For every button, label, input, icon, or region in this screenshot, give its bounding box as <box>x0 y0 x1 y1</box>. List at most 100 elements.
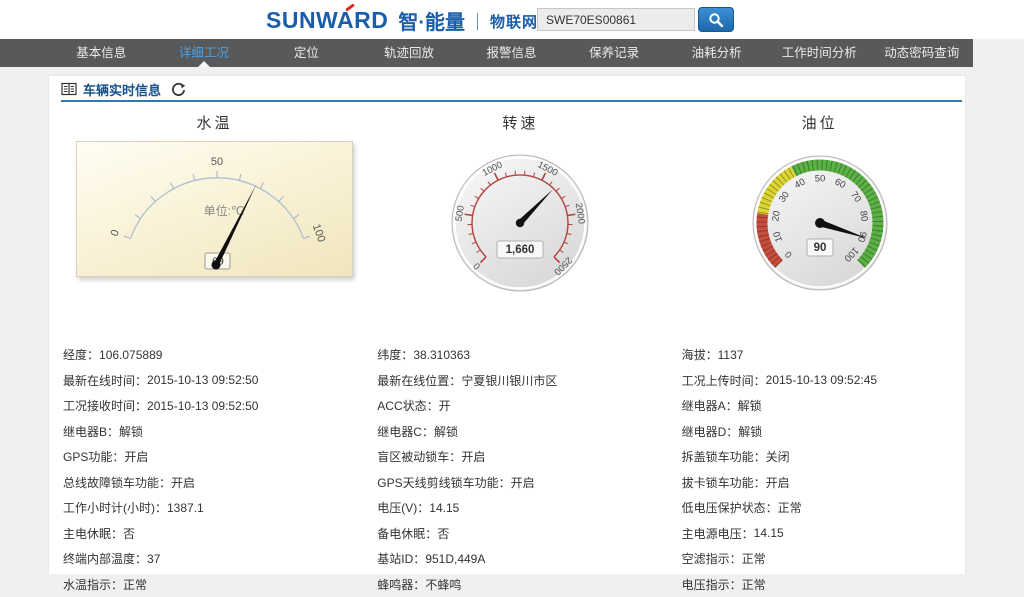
field-value: 106.075889 <box>99 348 162 362</box>
field-label: 水温指示： <box>63 576 123 593</box>
field-value: 14.15 <box>754 526 784 540</box>
field-value: 正常 <box>123 576 147 593</box>
field-row: ACC状态：开 <box>377 393 681 419</box>
field-value: 不蜂鸣 <box>425 576 461 593</box>
field-label: 继电器B： <box>63 423 119 440</box>
field-label: 经度： <box>63 346 99 363</box>
header: SUNWARD 智·能量 ｜ 物联网服务平台 <box>0 0 1024 39</box>
field-value: 开启 <box>511 474 535 491</box>
field-value: 关闭 <box>766 448 790 465</box>
water-temp-needle <box>214 185 257 267</box>
field-label: 继电器D： <box>682 423 739 440</box>
rpm-gauge: 050010001500200025001,660 <box>435 141 605 296</box>
field-value: 正常 <box>742 550 766 567</box>
water-temp-gauge: 050100单位:℃69 <box>76 141 353 277</box>
field-value: 否 <box>437 525 449 542</box>
field-label: GPS天线剪线锁车功能： <box>377 474 510 491</box>
field-label: 最新在线位置： <box>377 372 461 389</box>
gauge-title-water-temp: 水温 <box>76 112 353 133</box>
logo-divider: ｜ <box>469 8 486 33</box>
field-row: 海拔：1137 <box>682 342 965 368</box>
field-label: GPS功能： <box>63 448 124 465</box>
field-value: 14.15 <box>429 501 459 515</box>
field-row: 继电器C：解锁 <box>377 419 681 445</box>
telemetry-fields: 经度：106.075889最新在线时间：2015-10-13 09:52:50工… <box>49 342 965 597</box>
field-value: 解锁 <box>119 423 143 440</box>
field-label: 继电器C： <box>377 423 434 440</box>
field-label: 主电休眠： <box>63 525 123 542</box>
nav-item-track-playback[interactable]: 轨迹回放 <box>358 39 461 67</box>
field-value: 1137 <box>718 348 744 362</box>
gauges-row: 水温 050100单位:℃69 转速 050010001500200025001… <box>49 102 965 317</box>
gauge-cell-rpm: 转速 050010001500200025001,660 <box>354 102 659 317</box>
field-value: 37 <box>147 552 160 566</box>
field-row: 终端内部温度：37 <box>63 546 377 572</box>
field-value: 正常 <box>778 499 802 516</box>
search-icon <box>708 12 724 28</box>
field-row: 继电器B：解锁 <box>63 419 377 445</box>
field-value: 38.310363 <box>413 348 470 362</box>
field-row: 经度：106.075889 <box>63 342 377 368</box>
field-row: 继电器A：解锁 <box>682 393 965 419</box>
svg-text:50: 50 <box>211 156 223 168</box>
field-row: GPS功能：开启 <box>63 444 377 470</box>
field-row: 盲区被动锁车：开启 <box>377 444 681 470</box>
field-row: 拔卡锁车功能：开启 <box>682 470 965 496</box>
field-label: 盲区被动锁车： <box>377 448 461 465</box>
nav-item-alarm-info[interactable]: 报警信息 <box>460 39 563 67</box>
field-label: 纬度： <box>377 346 413 363</box>
field-row: 总线故障锁车功能：开启 <box>63 470 377 496</box>
active-tab-pointer <box>198 61 210 67</box>
search-input[interactable] <box>537 8 695 31</box>
field-value: 开启 <box>766 474 790 491</box>
field-value: 2015-10-13 09:52:50 <box>147 399 258 413</box>
field-row: 备电休眠：否 <box>377 521 681 547</box>
field-row: 空滤指示：正常 <box>682 546 965 572</box>
search-button[interactable] <box>698 7 734 32</box>
field-row: 基站ID：951D,449A <box>377 546 681 572</box>
field-row: 主电休眠：否 <box>63 521 377 547</box>
field-row: 纬度：38.310363 <box>377 342 681 368</box>
field-value: 正常 <box>742 576 766 593</box>
field-row: 工况接收时间：2015-10-13 09:52:50 <box>63 393 377 419</box>
field-label: 最新在线时间： <box>63 372 147 389</box>
logo-product: 智·能量 <box>398 6 465 35</box>
field-row: 最新在线位置：宁夏银川银川市区 <box>377 368 681 394</box>
nav-item-detail-condition[interactable]: 详细工况 <box>153 39 256 67</box>
svg-text:单位:℃: 单位:℃ <box>204 203 245 218</box>
field-value: 开 <box>439 397 451 414</box>
gauge-cell-fuel: 油位 010203040506070809010090 <box>660 102 965 317</box>
field-label: 拆盖锁车功能： <box>682 448 766 465</box>
field-label: 蜂鸣器： <box>377 576 425 593</box>
nav-item-basic-info[interactable]: 基本信息 <box>50 39 153 67</box>
field-label: 终端内部温度： <box>63 550 147 567</box>
field-value: 否 <box>123 525 135 542</box>
field-label: ACC状态： <box>377 397 438 414</box>
refresh-icon[interactable] <box>171 82 186 97</box>
field-label: 工况接收时间： <box>63 397 147 414</box>
nav-item-fuel-analysis[interactable]: 油耗分析 <box>665 39 768 67</box>
field-label: 空滤指示： <box>682 550 742 567</box>
fields-column-1: 经度：106.075889最新在线时间：2015-10-13 09:52:50工… <box>63 342 377 597</box>
field-row: 电压指示：正常 <box>682 572 965 597</box>
field-label: 电压指示： <box>682 576 742 593</box>
nav-item-maintenance-record[interactable]: 保养记录 <box>563 39 666 67</box>
nav-item-location[interactable]: 定位 <box>255 39 358 67</box>
field-label: 总线故障锁车功能： <box>63 474 171 491</box>
field-value: 解锁 <box>738 423 762 440</box>
field-row: 拆盖锁车功能：关闭 <box>682 444 965 470</box>
gauge-cell-water-temp: 水温 050100单位:℃69 <box>49 102 354 317</box>
svg-text:50: 50 <box>814 174 825 185</box>
field-value: 1387.1 <box>167 501 204 515</box>
field-value: 951D,449A <box>425 552 485 566</box>
field-label: 海拔： <box>682 346 718 363</box>
field-value: 解锁 <box>434 423 458 440</box>
field-row: 主电源电压：14.15 <box>682 521 965 547</box>
field-value: 宁夏银川银川市区 <box>461 372 557 389</box>
field-label: 工作小时计(小时)： <box>63 499 167 516</box>
field-label: 基站ID： <box>377 550 425 567</box>
nav-item-dynamic-password[interactable]: 动态密码查询 <box>871 39 974 67</box>
nav-item-work-time-analysis[interactable]: 工作时间分析 <box>768 39 871 67</box>
main-nav: 基本信息详细工况定位轨迹回放报警信息保养记录油耗分析工作时间分析动态密码查询 <box>0 39 973 67</box>
svg-text:90: 90 <box>813 242 826 254</box>
